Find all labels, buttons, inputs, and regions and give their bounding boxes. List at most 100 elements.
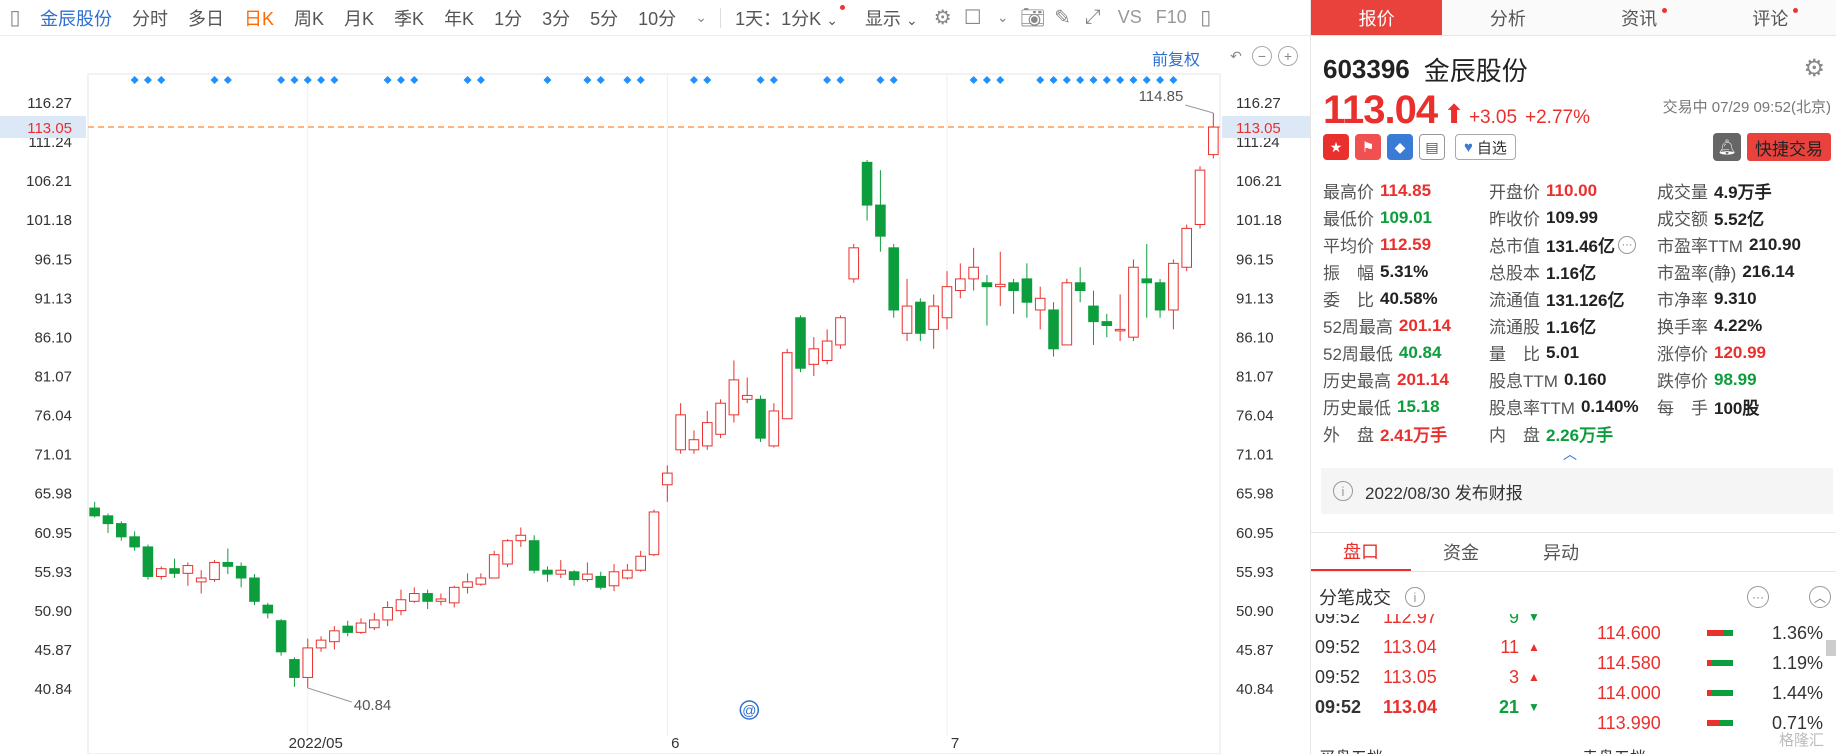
- tab-quarter-k[interactable]: 季K: [384, 5, 434, 31]
- tab-capital[interactable]: 资金: [1411, 533, 1511, 571]
- square-shape-icon[interactable]: ☐: [958, 3, 988, 33]
- candle-body-up: [688, 439, 700, 451]
- event-dot: [982, 76, 991, 84]
- add-watchlist-button[interactable]: ♥ 自选: [1455, 134, 1516, 160]
- tab-quote[interactable]: 报价: [1311, 0, 1443, 35]
- pencil-icon[interactable]: ✎: [1048, 3, 1078, 33]
- fast-trade-button[interactable]: 快捷交易: [1747, 133, 1831, 161]
- more-icon[interactable]: ···: [1747, 586, 1769, 608]
- bookmark-icon[interactable]: ▤: [1419, 134, 1445, 160]
- tab-analysis[interactable]: 分析: [1442, 0, 1573, 35]
- stock-code: 603396: [1323, 53, 1410, 84]
- vs-compare-button[interactable]: VS: [1108, 7, 1152, 28]
- chevron-up-icon[interactable]: ︿: [1563, 444, 1577, 464]
- event-dot: [290, 76, 299, 84]
- tick-time: 09:52: [1315, 614, 1361, 627]
- china-flag-icon[interactable]: ★: [1323, 134, 1349, 160]
- tab-pankou[interactable]: 盘口: [1311, 533, 1411, 571]
- tab-3min[interactable]: 3分: [532, 5, 580, 31]
- tab-day-k[interactable]: 日K: [234, 5, 284, 31]
- tab-5min[interactable]: 5分: [580, 5, 628, 31]
- tab-news[interactable]: 资讯: [1574, 0, 1705, 35]
- stat-value: 201.14: [1397, 369, 1449, 389]
- stat-item: 最低价 109.01: [1323, 205, 1489, 230]
- candle-body-down: [1101, 321, 1113, 327]
- zoom-in-icon[interactable]: +: [1278, 46, 1298, 66]
- tick-price: 113.04: [1383, 636, 1437, 657]
- x-tick-label: 6: [671, 735, 679, 752]
- stat-item: 昨收价 109.99: [1489, 205, 1657, 230]
- chevron-down-icon[interactable]: ⌄: [988, 3, 1018, 33]
- stock-name-link[interactable]: 金辰股份: [30, 5, 122, 31]
- event-dot: [756, 76, 765, 84]
- expand-icon[interactable]: ⤢: [1078, 3, 1108, 33]
- tab-year-k[interactable]: 年K: [434, 5, 484, 31]
- y-tick-label-left: 60.95: [34, 525, 72, 542]
- f10-button[interactable]: F10: [1152, 7, 1191, 28]
- event-dot: [1169, 76, 1178, 84]
- y-tick-label-right: 116.27: [1236, 95, 1281, 112]
- settings-gear-icon[interactable]: ⚙: [928, 3, 958, 33]
- stat-item: 市净率 9.310: [1657, 286, 1831, 311]
- display-menu[interactable]: 显示 ⌄: [855, 5, 928, 31]
- stat-item: 跌停价 98.99: [1657, 367, 1831, 392]
- scrollbar[interactable]: [1826, 620, 1836, 754]
- tab-week-k[interactable]: 周K: [284, 5, 334, 31]
- info-icon[interactable]: i: [1405, 587, 1425, 607]
- earnings-notice[interactable]: i 2022/08/30 发布财报: [1321, 468, 1833, 514]
- scrollbar-thumb[interactable]: [1826, 640, 1836, 656]
- tick-row: 09:52 113.05 3 ▲: [1311, 662, 1571, 692]
- interval-combo[interactable]: 1天：1分K ⌄: [725, 4, 855, 31]
- event-dot: [1156, 76, 1165, 84]
- kline-chart[interactable]: 116.27 116.27 111.24 111.24 106.21 106.21 101.…: [0, 36, 1310, 754]
- stat-label: 52周最低: [1323, 345, 1393, 364]
- stat-label: 市净率: [1657, 291, 1708, 310]
- stat-label: 涨停价: [1657, 345, 1708, 364]
- collapse-panel-icon[interactable]: ▯: [1191, 3, 1221, 33]
- level-percent: 1.44%: [1771, 682, 1823, 703]
- tab-duori[interactable]: 多日: [178, 5, 234, 31]
- stat-value: 100股: [1714, 399, 1760, 418]
- order-level-row: 114.000 1.44%: [1577, 678, 1836, 708]
- chevron-up-icon[interactable]: ︿: [1809, 586, 1831, 608]
- candle-body-down: [89, 507, 100, 517]
- candle-body-down: [422, 593, 433, 602]
- candle-body-down: [235, 565, 247, 579]
- low-leader-line: [307, 687, 352, 703]
- running-person-icon[interactable]: ⚑: [1355, 134, 1381, 160]
- tick-list[interactable]: 09:52 112.97 9 ▼ 09:52 113.04 11 ▲ 09:52 113.05 3 ▲…: [1311, 614, 1571, 754]
- candle-body-up: [155, 568, 167, 577]
- candle-body-up: [209, 561, 220, 581]
- tab-1min[interactable]: 1分: [484, 5, 532, 31]
- bar-green-part: [1712, 660, 1733, 666]
- level-price: 113.990: [1597, 712, 1661, 733]
- notification-dot: [1661, 8, 1667, 13]
- candle-body-down: [142, 546, 154, 577]
- candle-body-down: [169, 568, 180, 574]
- stat-label: 成交量: [1657, 183, 1708, 202]
- candle-body-up: [608, 571, 620, 587]
- zoom-out-icon[interactable]: −: [1252, 46, 1272, 66]
- stat-item: 股息率TTM 0.140%: [1489, 394, 1657, 419]
- tab-fenshi[interactable]: 分时: [122, 5, 178, 31]
- stat-item: 成交量 4.9万手: [1657, 178, 1831, 203]
- fuquan-toggle[interactable]: 前复权: [1152, 46, 1200, 70]
- tab-month-k[interactable]: 月K: [334, 5, 384, 31]
- tab-abnormal[interactable]: 异动: [1511, 533, 1611, 571]
- stat-value: 1.16亿: [1546, 264, 1597, 283]
- sidebar-toggle-icon[interactable]: ▯: [0, 3, 30, 33]
- chevron-down-icon[interactable]: ⌄: [686, 3, 716, 33]
- stat-value: 131.126亿: [1546, 291, 1625, 310]
- gear-icon[interactable]: ⚙: [1803, 54, 1825, 83]
- tab-10min[interactable]: 10分: [628, 5, 686, 31]
- candle-body-up: [821, 340, 833, 361]
- undo-icon[interactable]: ↶: [1226, 46, 1246, 66]
- camera-icon[interactable]: 📷︎: [1018, 3, 1048, 33]
- tab-comments[interactable]: 评论: [1705, 0, 1836, 35]
- tag-icon[interactable]: ◆: [1387, 134, 1413, 160]
- stat-label: 股息TTM: [1489, 372, 1558, 391]
- candle-body-down: [915, 301, 926, 334]
- more-icon[interactable]: ···: [1618, 235, 1636, 254]
- bell-icon[interactable]: 🔔︎: [1713, 133, 1741, 161]
- stat-value: 131.46亿: [1546, 237, 1615, 256]
